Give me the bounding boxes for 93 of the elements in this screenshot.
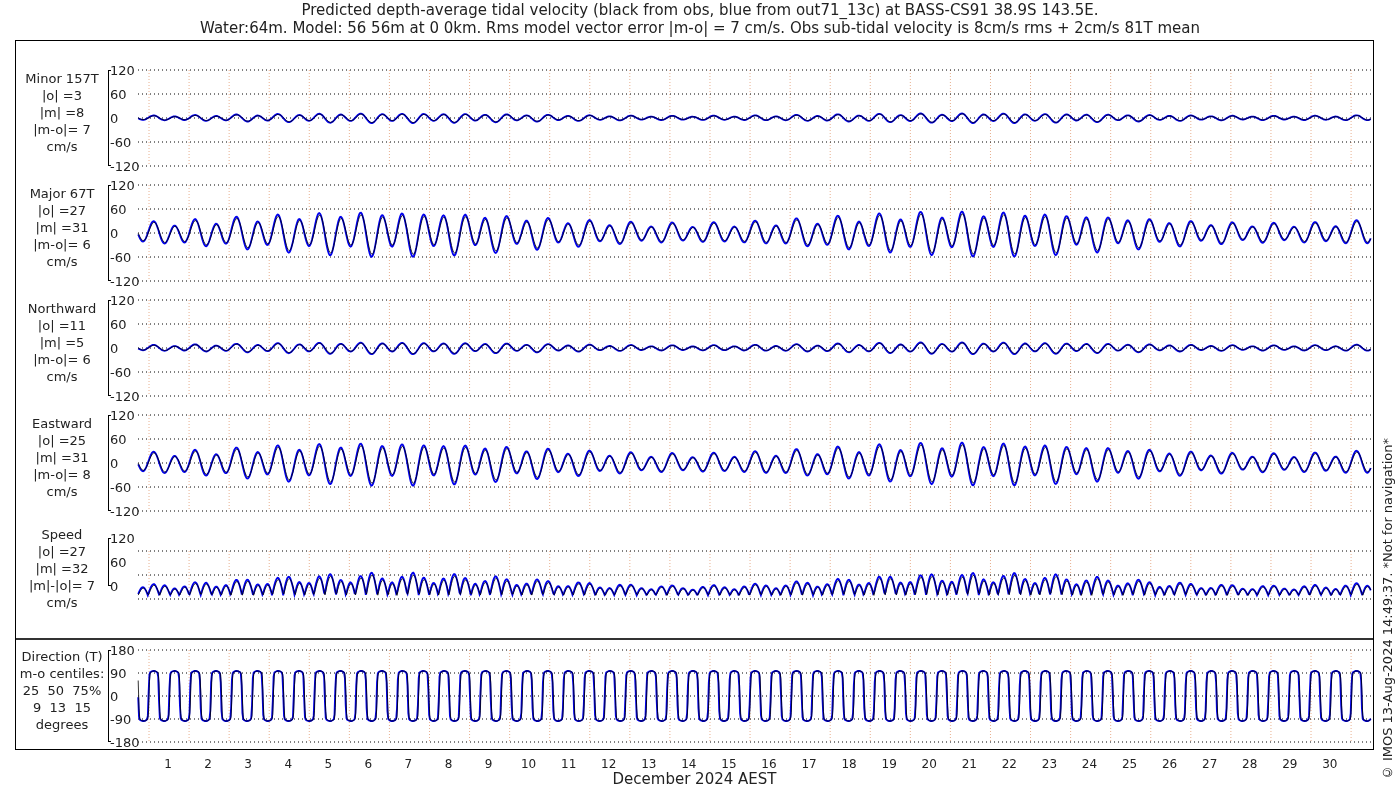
y-tick-label: -120 — [110, 159, 140, 173]
y-tick-label: -120 — [110, 389, 140, 403]
y-tick-label: 120 — [110, 293, 135, 307]
panel-label-line: cm/s — [46, 367, 78, 385]
x-tick-label: 7 — [403, 758, 414, 770]
panel-label-line: 25 50 75% — [22, 681, 102, 699]
panel-label-line: |m|-|o|= 7 — [28, 577, 96, 594]
x-tick-label: 2 — [203, 758, 213, 770]
y-tick-label: -60 — [110, 480, 132, 494]
panel-label-line: Northward — [27, 299, 97, 317]
panel-label-line: 9 13 15 — [33, 698, 91, 716]
y-tick-label: 0 — [110, 689, 119, 703]
panel-label-line: Minor 157T — [25, 69, 99, 87]
panel-label-line: |o| =27 — [37, 201, 87, 219]
y-tick-label: -60 — [110, 135, 132, 149]
y-tick-label: -180 — [110, 735, 140, 749]
y-tick-label: 120 — [110, 531, 135, 545]
panel-label-line: |m-o|= 8 — [33, 465, 91, 483]
panel-label-line: |m| =8 — [39, 103, 85, 121]
x-tick-label: 5 — [323, 758, 334, 770]
x-tick-label: 22 — [1000, 758, 1018, 770]
x-tick-label: 10 — [519, 758, 538, 770]
y-tick-label: 120 — [110, 63, 135, 77]
x-tick-label: 13 — [640, 758, 658, 770]
y-tick-label: 0 — [110, 456, 119, 470]
x-tick-label: 3 — [243, 758, 253, 770]
x-tick-label: 24 — [1080, 758, 1099, 770]
y-tick-label: 60 — [110, 432, 127, 446]
x-tick-label: 20 — [920, 758, 938, 770]
panel-label-line: |o| =11 — [37, 316, 87, 334]
panel-label-line: cm/s — [46, 137, 78, 155]
y-tick-label: 60 — [110, 202, 127, 216]
panel-label-line: m-o centiles: — [19, 664, 105, 682]
x-tick-label: 11 — [560, 758, 578, 770]
chart-title: Water:64m. Model: 56 56m at 0 0km. Rms model vector error |m-o| = 7 cm/s. Obs sub-tidal velocity is 8cm/s rms + 2cm/s 81T mean — [200, 19, 1200, 37]
panel-label-line: |m| =5 — [39, 333, 85, 351]
x-tick-label: 19 — [880, 758, 898, 770]
x-tick-label: 27 — [1201, 758, 1219, 770]
panel-label-line: |m| =31 — [35, 448, 89, 466]
y-tick-label: -60 — [110, 365, 132, 379]
x-tick-label: 23 — [1040, 758, 1059, 770]
panel-label-line: |m-o|= 6 — [33, 235, 91, 253]
panel-label-line: |o| =27 — [37, 543, 87, 560]
y-tick-label: 0 — [110, 226, 119, 240]
y-tick-label: -120 — [110, 274, 140, 288]
x-tick-label: 12 — [600, 758, 618, 770]
y-tick-label: 0 — [110, 111, 119, 125]
y-tick-label: 0 — [110, 579, 119, 593]
y-tick-label: 60 — [110, 87, 127, 101]
panel-label-line: Direction (T) — [21, 647, 103, 665]
x-tick-label: 26 — [1160, 758, 1179, 770]
x-tick-label: 1 — [163, 758, 173, 770]
panel-label-line: |m| =31 — [35, 218, 89, 236]
panel-label-line: Major 67T — [29, 184, 95, 202]
panel-label-line: Eastward — [32, 414, 92, 432]
axis-line — [108, 538, 111, 586]
x-tick-label: 6 — [363, 758, 374, 770]
y-tick-label: 120 — [110, 408, 135, 422]
x-tick-label: 29 — [1281, 758, 1299, 770]
panel-label-line: cm/s — [46, 482, 78, 500]
panel-label-line: |o| =25 — [37, 431, 87, 449]
credit-text: © IMOS 13-Aug-2024 14:49:37. *Not for navigation* — [1380, 437, 1394, 780]
x-tick-label: 28 — [1241, 758, 1259, 770]
y-tick-label: 60 — [110, 317, 127, 331]
x-tick-label: 15 — [720, 758, 738, 770]
y-tick-label: 60 — [110, 555, 127, 569]
panel-label-line: |m-o|= 7 — [33, 120, 91, 138]
y-tick-label: -90 — [110, 712, 132, 726]
panel-label-line: degrees — [35, 715, 89, 733]
x-tick-label: 30 — [1321, 758, 1339, 770]
y-tick-label: 120 — [110, 178, 135, 192]
x-tick-label: 17 — [800, 758, 818, 770]
x-tick-label: 25 — [1120, 758, 1139, 770]
x-tick-label: 21 — [960, 758, 978, 770]
x-tick-label: 8 — [443, 758, 454, 770]
x-tick-label: 16 — [760, 758, 778, 770]
y-tick-label: 90 — [110, 666, 127, 680]
panel-label-line: cm/s — [46, 252, 78, 270]
y-tick-label: -120 — [110, 504, 140, 518]
panel-label-line: |m| =32 — [35, 560, 89, 577]
y-tick-label: 180 — [110, 643, 135, 657]
y-tick-label: -60 — [110, 250, 132, 264]
panel-label-line: |m-o|= 6 — [33, 350, 91, 368]
x-tick-label: 14 — [680, 758, 698, 770]
panel-label-line: Speed — [41, 526, 83, 543]
x-tick-label: 18 — [840, 758, 858, 770]
x-tick-label: 9 — [483, 758, 494, 770]
x-axis-label: December 2024 AEST — [612, 770, 777, 788]
x-tick-label: 4 — [283, 758, 294, 770]
chart-title: Predicted depth-average tidal velocity (black from obs, blue from out71_13c) at BASS-CS91 38.9S 143.5E. — [301, 1, 1099, 19]
y-tick-label: 0 — [110, 341, 119, 355]
panel-label-line: cm/s — [46, 594, 78, 611]
panel-label-line: |o| =3 — [42, 86, 82, 104]
